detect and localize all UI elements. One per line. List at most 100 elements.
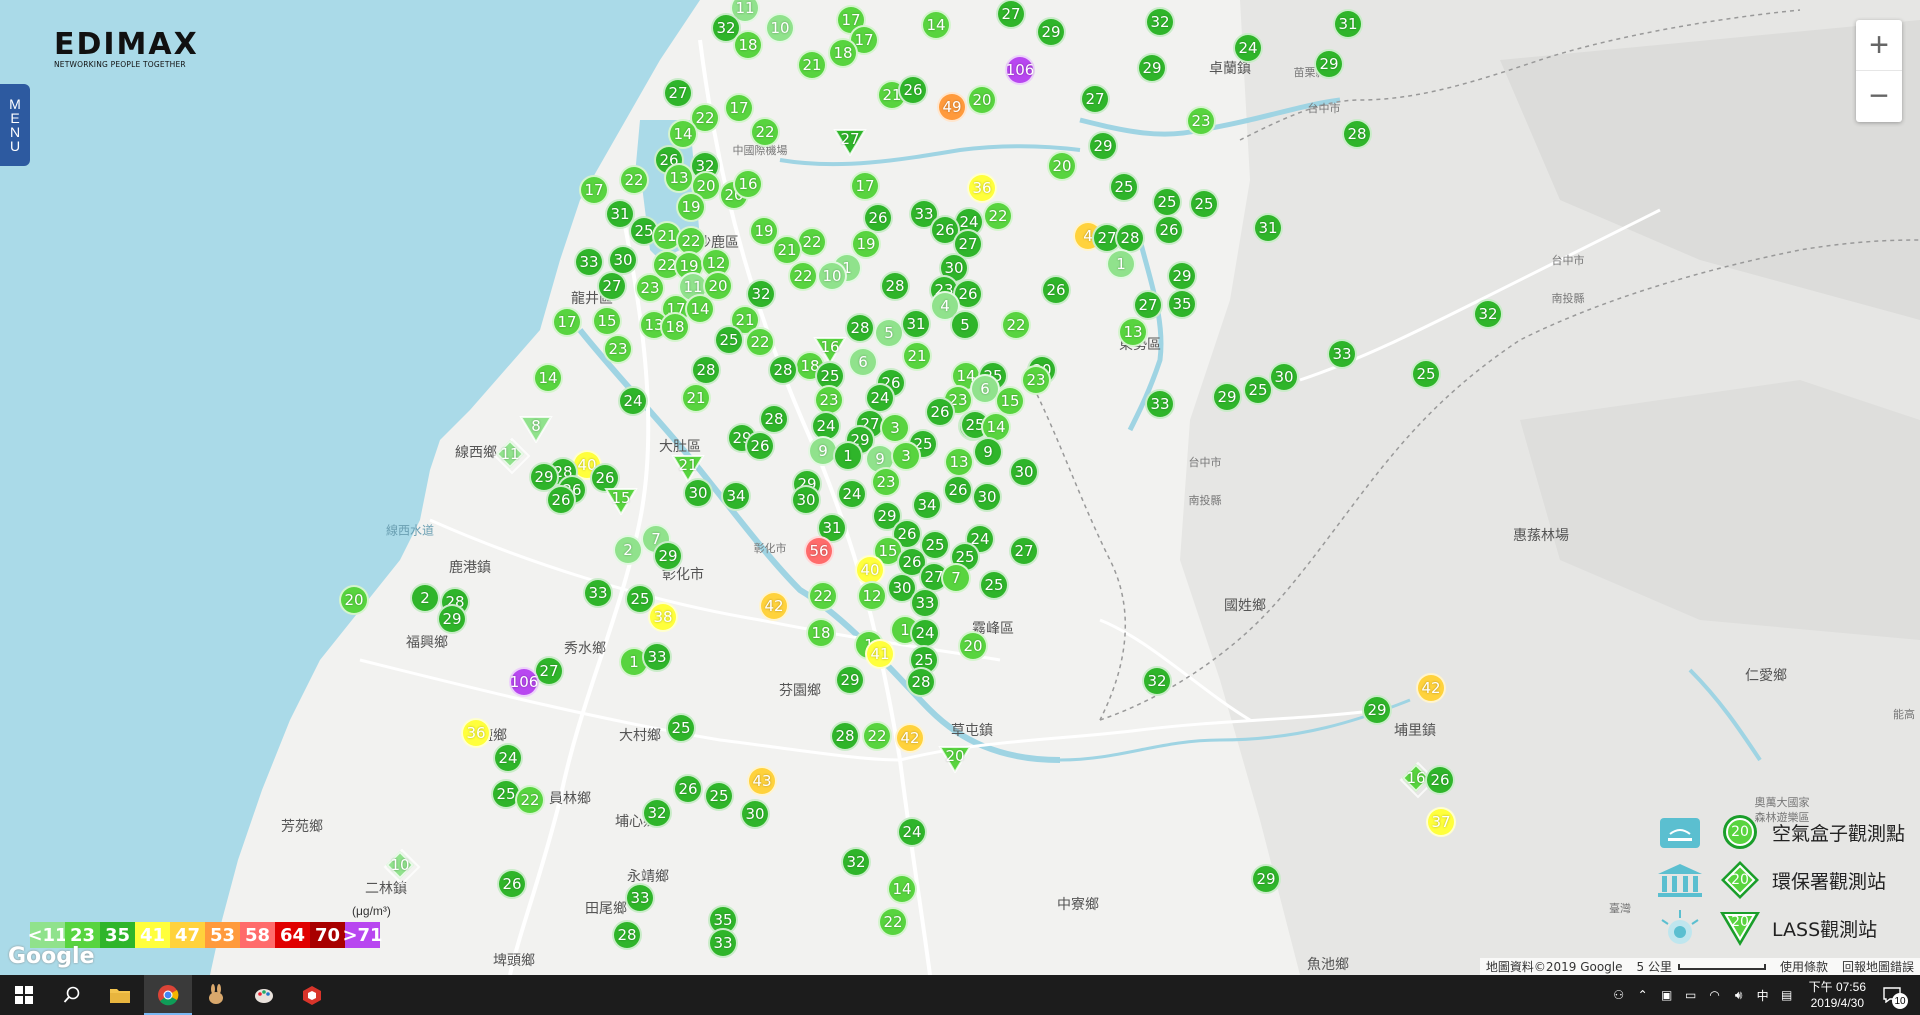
airbox-station-marker[interactable]: 21 bbox=[772, 235, 802, 265]
airbox-station-marker[interactable]: 24 bbox=[837, 479, 867, 509]
airbox-station-marker[interactable]: 22 bbox=[788, 261, 818, 291]
zoom-in-button[interactable]: + bbox=[1856, 20, 1902, 71]
airbox-station-marker[interactable]: 33 bbox=[625, 883, 655, 913]
airbox-station-marker[interactable]: 20 bbox=[967, 85, 997, 115]
airbox-station-marker[interactable]: 28 bbox=[691, 355, 721, 385]
airbox-station-marker[interactable]: 27 bbox=[1080, 84, 1110, 114]
airbox-station-marker[interactable]: 13 bbox=[1118, 317, 1148, 347]
airbox-station-marker[interactable]: 19 bbox=[676, 192, 706, 222]
airbox-station-marker[interactable]: 12 bbox=[857, 581, 887, 611]
airbox-station-marker[interactable]: 32 bbox=[841, 847, 871, 877]
airbox-station-marker[interactable]: 30 bbox=[740, 799, 770, 829]
airbox-station-marker[interactable]: 17 bbox=[724, 93, 754, 123]
airbox-station-marker[interactable]: 2 bbox=[613, 535, 643, 565]
airbox-station-marker[interactable]: 37 bbox=[1426, 807, 1456, 837]
airbox-station-marker[interactable]: 18 bbox=[733, 30, 763, 60]
battery-icon[interactable]: ▭ bbox=[1683, 987, 1699, 1003]
airbox-station-marker[interactable]: 30 bbox=[1269, 362, 1299, 392]
airbox-station-marker[interactable]: 28 bbox=[1342, 119, 1372, 149]
airbox-station-marker[interactable]: 19 bbox=[851, 229, 881, 259]
airbox-station-marker[interactable]: 14 bbox=[887, 874, 917, 904]
airbox-station-marker[interactable]: 25 bbox=[1152, 187, 1182, 217]
airbox-station-marker[interactable]: 25 bbox=[714, 325, 744, 355]
airbox-station-marker[interactable]: 2 bbox=[410, 583, 440, 613]
airbox-station-marker[interactable]: 24 bbox=[910, 618, 940, 648]
airbox-station-marker[interactable]: 42 bbox=[1416, 673, 1446, 703]
airbox-station-marker[interactable]: 23 bbox=[871, 467, 901, 497]
airbox-station-marker[interactable]: 20 bbox=[339, 585, 369, 615]
app-button-paint[interactable] bbox=[240, 975, 288, 1015]
airbox-station-marker[interactable]: 106 bbox=[509, 667, 539, 697]
airbox-station-marker[interactable]: 36 bbox=[967, 173, 997, 203]
airbox-station-marker[interactable]: 26 bbox=[673, 774, 703, 804]
airbox-station-marker[interactable]: 27 bbox=[1009, 536, 1039, 566]
airbox-station-marker[interactable]: 21 bbox=[902, 341, 932, 371]
airbox-station-marker[interactable]: 25 bbox=[1189, 189, 1219, 219]
airbox-station-marker[interactable]: 23 bbox=[603, 334, 633, 364]
lass-station-marker[interactable]: 27 bbox=[833, 128, 867, 156]
airbox-station-marker[interactable]: 22 bbox=[619, 165, 649, 195]
airbox-station-marker[interactable]: 22 bbox=[878, 907, 908, 937]
airbox-station-marker[interactable]: 26 bbox=[1041, 275, 1071, 305]
airbox-station-marker[interactable]: 18 bbox=[660, 312, 690, 342]
ime-mode-icon[interactable]: ▤ bbox=[1779, 987, 1795, 1003]
airbox-station-marker[interactable]: 31 bbox=[901, 309, 931, 339]
clock[interactable]: 下午 07:56 2019/4/30 bbox=[1809, 979, 1866, 1011]
airbox-station-marker[interactable]: 29 bbox=[1251, 864, 1281, 894]
airbox-station-marker[interactable]: 26 bbox=[745, 431, 775, 461]
airbox-station-marker[interactable]: 56 bbox=[804, 536, 834, 566]
airbox-station-marker[interactable]: 29 bbox=[1036, 17, 1066, 47]
airbox-station-marker[interactable]: 1 bbox=[833, 441, 863, 471]
chrome-button[interactable] bbox=[144, 975, 192, 1015]
airbox-station-marker[interactable]: 24 bbox=[1233, 33, 1263, 63]
airbox-station-marker[interactable]: 13 bbox=[664, 163, 694, 193]
chevron-up-icon[interactable]: ⌃ bbox=[1635, 987, 1651, 1003]
airbox-station-marker[interactable]: 26 bbox=[898, 75, 928, 105]
airbox-station-marker[interactable]: 27 bbox=[1133, 290, 1163, 320]
airbox-station-marker[interactable]: 29 bbox=[1137, 53, 1167, 83]
map-canvas[interactable]: 卓蘭鎮苗栗縣台中市東勢區沙鹿區龍井區大肚區線西鄉線西水道鹿港鎮彰化市福興鄉秀水鄉… bbox=[0, 0, 1920, 975]
airbox-station-marker[interactable]: 23 bbox=[635, 273, 665, 303]
airbox-station-marker[interactable]: 33 bbox=[708, 928, 738, 958]
airbox-station-marker[interactable]: 14 bbox=[921, 10, 951, 40]
airbox-station-marker[interactable]: 30 bbox=[972, 482, 1002, 512]
app-button-rabbit[interactable] bbox=[192, 975, 240, 1015]
airbox-station-marker[interactable]: 25 bbox=[1411, 359, 1441, 389]
airbox-station-marker[interactable]: 20 bbox=[958, 631, 988, 661]
airbox-station-marker[interactable]: 10 bbox=[765, 13, 795, 43]
airbox-station-marker[interactable]: 25 bbox=[666, 713, 696, 743]
airbox-station-marker[interactable]: 9 bbox=[973, 437, 1003, 467]
airbox-station-marker[interactable]: 5 bbox=[874, 318, 904, 348]
airbox-station-marker[interactable]: 22 bbox=[808, 581, 838, 611]
airbox-station-marker[interactable]: 17 bbox=[579, 175, 609, 205]
airbox-station-marker[interactable]: 25 bbox=[1109, 172, 1139, 202]
airbox-station-marker[interactable]: 29 bbox=[1167, 261, 1197, 291]
airbox-station-marker[interactable]: 33 bbox=[910, 588, 940, 618]
airbox-station-marker[interactable]: 28 bbox=[906, 667, 936, 697]
airbox-station-marker[interactable]: 28 bbox=[768, 355, 798, 385]
airbox-station-marker[interactable]: 29 bbox=[1088, 131, 1118, 161]
airbox-station-marker[interactable]: 23 bbox=[1186, 106, 1216, 136]
airbox-station-marker[interactable]: 27 bbox=[597, 271, 627, 301]
airbox-station-marker[interactable]: 29 bbox=[1212, 382, 1242, 412]
airbox-station-marker[interactable]: 28 bbox=[830, 721, 860, 751]
report-error-link[interactable]: 回報地圖錯誤 bbox=[1842, 958, 1914, 975]
airbox-station-marker[interactable]: 30 bbox=[1009, 457, 1039, 487]
airbox-station-marker[interactable]: 41 bbox=[865, 639, 895, 669]
airbox-station-marker[interactable]: 16 bbox=[733, 169, 763, 199]
airbox-station-marker[interactable]: 28 bbox=[845, 313, 875, 343]
airbox-station-marker[interactable]: 42 bbox=[759, 591, 789, 621]
epa-station-marker[interactable]: 11 bbox=[495, 439, 525, 469]
zoom-out-button[interactable]: − bbox=[1856, 71, 1902, 122]
airbox-station-marker[interactable]: 10 bbox=[817, 261, 847, 291]
airbox-station-marker[interactable]: 17 bbox=[552, 307, 582, 337]
airbox-station-marker[interactable]: 22 bbox=[515, 785, 545, 815]
airbox-station-marker[interactable]: 26 bbox=[925, 397, 955, 427]
airbox-station-marker[interactable]: 23 bbox=[1021, 365, 1051, 395]
airbox-station-marker[interactable]: 14 bbox=[533, 363, 563, 393]
airbox-station-marker[interactable]: 24 bbox=[897, 817, 927, 847]
airbox-station-marker[interactable]: 106 bbox=[1005, 55, 1035, 85]
airbox-station-marker[interactable]: 29 bbox=[653, 541, 683, 571]
menu-button[interactable]: MENU bbox=[0, 84, 30, 166]
airbox-station-marker[interactable]: 28 bbox=[759, 404, 789, 434]
